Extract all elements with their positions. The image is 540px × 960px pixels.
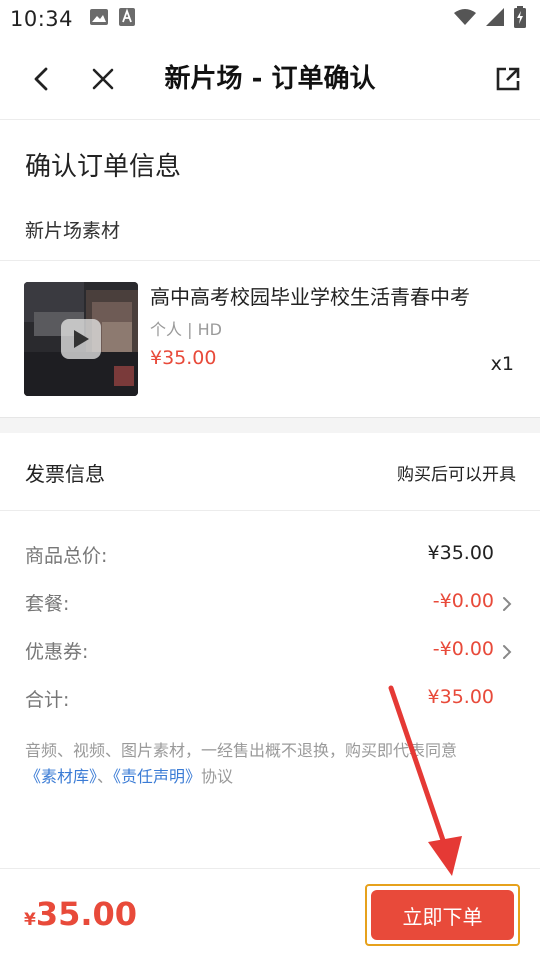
page-title: 新片场 - 订单确认 xyxy=(164,64,376,94)
product-price: ¥35.00 xyxy=(150,347,217,369)
back-button[interactable] xyxy=(22,59,62,99)
product-thumbnail[interactable] xyxy=(24,282,138,396)
chevron-left-icon xyxy=(34,67,48,91)
order-button-highlight: 立即下单 xyxy=(365,884,520,946)
a-badge-icon xyxy=(119,8,136,30)
fee-value: -¥0.00 xyxy=(432,590,494,612)
wifi-icon xyxy=(454,8,476,30)
total-amount: ¥35.00 xyxy=(24,895,137,933)
agreement-separator: 、 xyxy=(97,767,114,786)
agreement-text: 音频、视频、图片素材，一经售出概不退换，购买即代表同意 xyxy=(25,741,458,760)
invoice-row[interactable]: 发票信息 购买后可以开具 xyxy=(0,433,540,511)
status-bar: 10:34 xyxy=(0,0,540,38)
total-currency: ¥ xyxy=(24,910,36,930)
source-label: 新片场素材 xyxy=(25,220,121,242)
status-time: 10:34 xyxy=(10,7,74,31)
section-title: 确认订单信息 xyxy=(25,152,182,182)
signal-icon xyxy=(486,8,504,30)
close-button[interactable] xyxy=(83,59,123,99)
fee-label: 商品总价: xyxy=(25,545,108,567)
fee-value: ¥35.00 xyxy=(427,542,494,564)
fee-row-subtotal: 商品总价: ¥35.00 xyxy=(0,535,540,575)
fee-label: 优惠券: xyxy=(25,641,89,663)
play-button[interactable] xyxy=(61,319,101,359)
agreement-notice: 音频、视频、图片素材，一经售出概不退换，购买即代表同意 《素材库》、《责任声明》… xyxy=(25,738,525,790)
disclaimer-link[interactable]: 《责任声明》 xyxy=(113,767,201,786)
fee-row-coupon[interactable]: 优惠券: -¥0.00 xyxy=(0,631,540,671)
image-icon xyxy=(89,8,109,30)
fee-row-package[interactable]: 套餐: -¥0.00 xyxy=(0,583,540,623)
product-quantity: x1 xyxy=(490,353,514,375)
fee-label: 套餐: xyxy=(25,593,70,615)
share-external-icon xyxy=(496,67,520,91)
product-card[interactable]: 高中高考校园毕业学校生活青春中考 个人 | HD ¥35.00 x1 xyxy=(0,261,540,417)
invoice-label: 发票信息 xyxy=(25,462,105,486)
invoice-value: 购买后可以开具 xyxy=(397,465,516,485)
fee-label: 合计: xyxy=(25,689,70,711)
chevron-right-icon xyxy=(503,645,512,659)
play-icon xyxy=(74,330,89,348)
fee-row-total: 合计: ¥35.00 xyxy=(0,679,540,719)
place-order-button[interactable]: 立即下单 xyxy=(371,890,514,940)
share-button[interactable] xyxy=(488,59,528,99)
close-icon xyxy=(92,68,114,90)
material-library-link[interactable]: 《素材库》 xyxy=(25,767,97,786)
product-meta: 个人 | HD xyxy=(150,320,222,339)
total-number: 35.00 xyxy=(35,895,138,933)
product-name: 高中高考校园毕业学校生活青春中考 xyxy=(150,285,470,309)
battery-charging-icon xyxy=(514,6,526,32)
nav-bar: 新片场 - 订单确认 xyxy=(0,38,540,120)
fee-value: ¥35.00 xyxy=(427,686,494,708)
agreement-suffix: 协议 xyxy=(201,767,234,786)
fee-value: -¥0.00 xyxy=(432,638,494,660)
section-separator xyxy=(0,417,540,433)
bottom-bar: ¥35.00 立即下单 xyxy=(0,868,540,960)
chevron-right-icon xyxy=(503,597,512,611)
